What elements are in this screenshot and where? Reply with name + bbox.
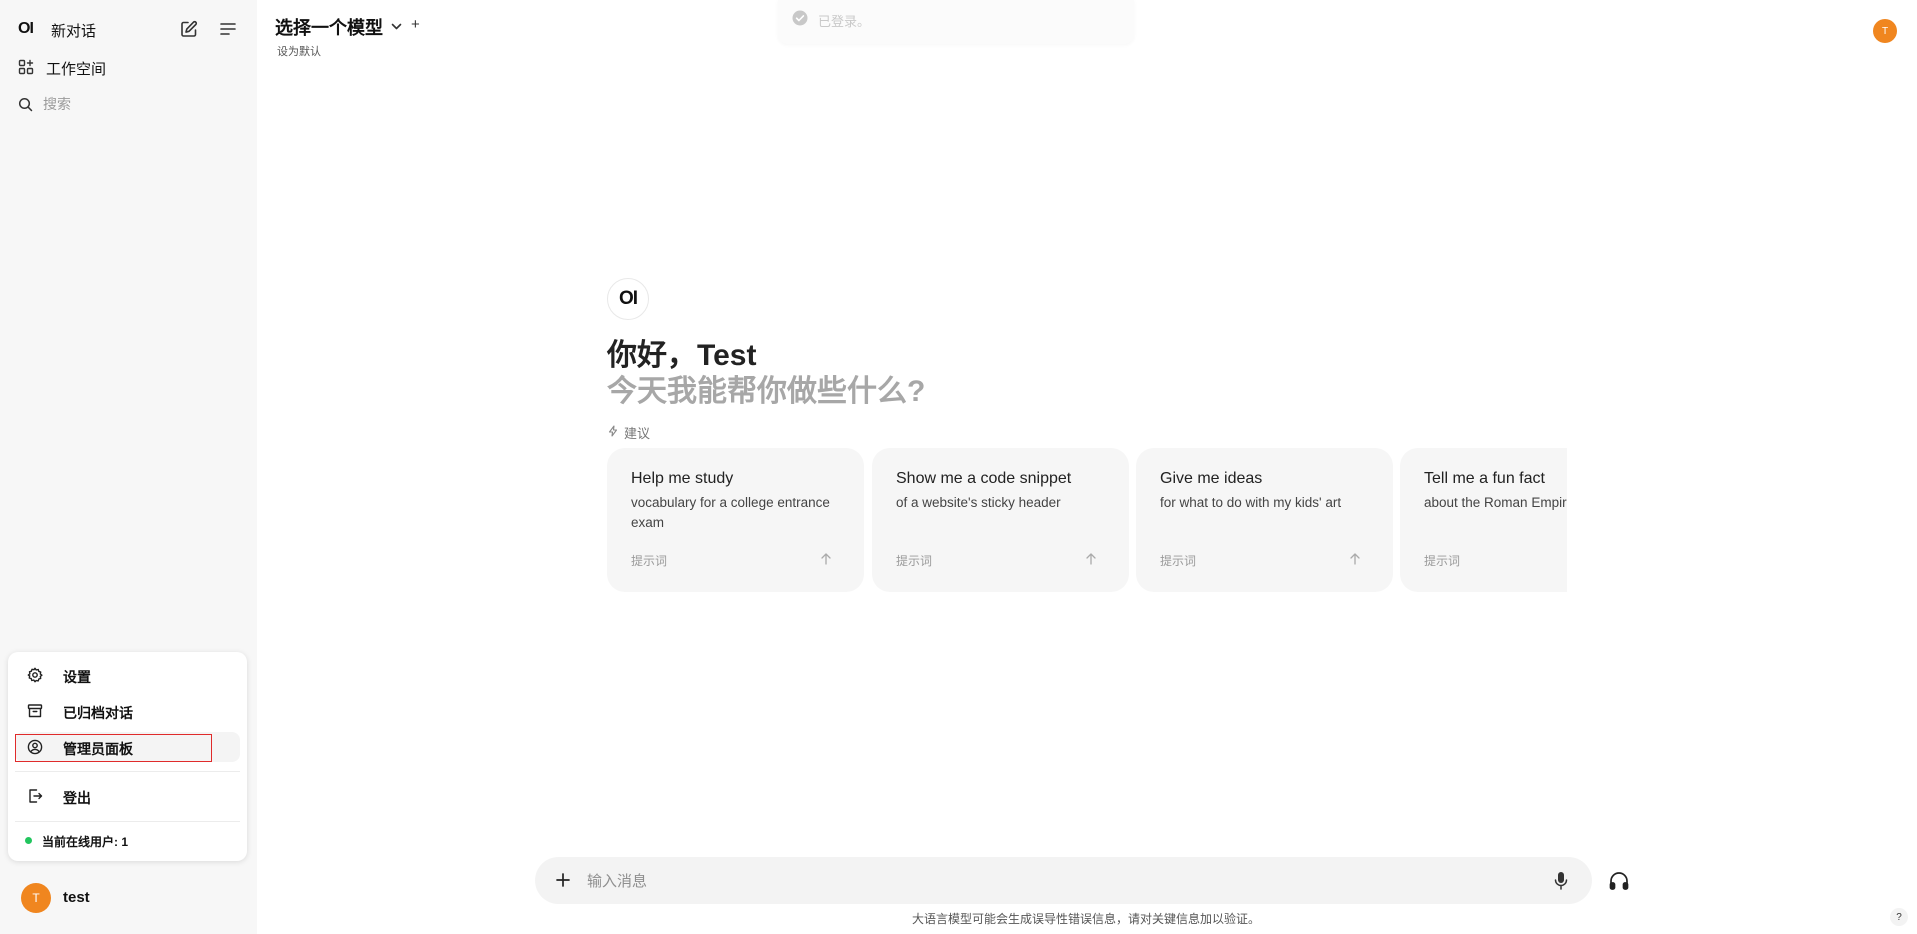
menu-item-admin-panel-label: 管理员面板 bbox=[63, 741, 133, 757]
headphones-icon[interactable] bbox=[1608, 871, 1630, 891]
search-input[interactable] bbox=[43, 94, 233, 114]
suggestion-tag: 提示词 bbox=[896, 554, 933, 568]
gear-icon bbox=[27, 667, 43, 683]
arrow-up-icon bbox=[1084, 552, 1098, 566]
sidebar-item-workspace[interactable]: 工作空间 bbox=[46, 58, 106, 79]
message-composer bbox=[535, 857, 1592, 904]
suggestion-card[interactable]: Show me a code snippet of a website's st… bbox=[872, 448, 1129, 592]
greeting-subtitle: 今天我能帮你做些什么? bbox=[607, 375, 926, 408]
disclaimer-text: 大语言模型可能会生成误导性错误信息，请对关键信息加以验证。 bbox=[912, 912, 1261, 926]
suggestion-subtitle: vocabulary for a college entrance exam bbox=[631, 495, 830, 530]
set-default-link[interactable]: 设为默认 bbox=[277, 43, 321, 59]
suggestion-card[interactable]: Tell me a fun fact about the Roman Empir… bbox=[1400, 448, 1567, 592]
suggestion-title: Give me ideas bbox=[1160, 470, 1263, 487]
login-toast: 已登录。 bbox=[778, 0, 1134, 44]
header-avatar[interactable]: T bbox=[1873, 19, 1897, 43]
suggestion-subtitle: for what to do with my kids' art bbox=[1160, 495, 1342, 510]
plus-icon[interactable] bbox=[553, 870, 573, 890]
menu-divider bbox=[15, 771, 240, 772]
help-button[interactable]: ? bbox=[1890, 908, 1908, 926]
menu-item-logout-label: 登出 bbox=[63, 790, 91, 806]
lightning-icon bbox=[608, 425, 618, 437]
menu-item-settings[interactable]: 设置 bbox=[15, 660, 240, 690]
suggestions-label: 建议 bbox=[624, 426, 651, 441]
menu-item-archived[interactable]: 已归档对话 bbox=[15, 696, 240, 726]
user-menu: 设置 已归档对话 管理员面板 登出 当前在线用户: 1 bbox=[8, 652, 247, 861]
arrow-up-icon bbox=[1348, 552, 1362, 566]
new-chat-button[interactable]: 新对话 bbox=[51, 20, 96, 41]
menu-item-logout[interactable]: 登出 bbox=[15, 781, 240, 811]
arrow-up-icon bbox=[819, 552, 833, 566]
toast-message: 已登录。 bbox=[818, 14, 871, 29]
archive-icon bbox=[27, 703, 43, 719]
menu-divider bbox=[15, 821, 240, 822]
suggestion-tag: 提示词 bbox=[631, 554, 668, 568]
online-users-count: 当前在线用户: 1 bbox=[42, 835, 129, 849]
suggestion-title: Help me study bbox=[631, 470, 734, 487]
online-status-dot bbox=[25, 837, 32, 844]
suggestion-cards: Help me study vocabulary for a college e… bbox=[607, 448, 1567, 592]
suggestion-tag: 提示词 bbox=[1160, 554, 1197, 568]
sidebar-toggle-icon[interactable] bbox=[219, 21, 237, 37]
model-selector[interactable]: 选择一个模型 bbox=[275, 14, 383, 40]
suggestion-subtitle: about the Roman Empire bbox=[1424, 495, 1567, 510]
app-logo[interactable]: OI bbox=[18, 20, 34, 38]
suggestion-subtitle: of a website's sticky header bbox=[896, 495, 1061, 510]
microphone-icon[interactable] bbox=[1553, 871, 1569, 891]
menu-item-settings-label: 设置 bbox=[63, 669, 91, 685]
suggestion-tag: 提示词 bbox=[1424, 554, 1461, 568]
model-logo: OI bbox=[607, 278, 649, 320]
workspace-icon bbox=[18, 59, 34, 75]
suggestion-card[interactable]: Give me ideas for what to do with my kid… bbox=[1136, 448, 1393, 592]
chevron-down-icon[interactable] bbox=[390, 20, 403, 33]
user-circle-icon bbox=[27, 739, 43, 755]
suggestion-title: Show me a code snippet bbox=[896, 470, 1072, 487]
check-circle-icon bbox=[792, 10, 808, 26]
user-name[interactable]: test bbox=[63, 889, 90, 906]
user-avatar[interactable]: T bbox=[21, 883, 51, 913]
suggestion-card[interactable]: Help me study vocabulary for a college e… bbox=[607, 448, 864, 592]
menu-item-admin-panel[interactable]: 管理员面板 bbox=[15, 732, 240, 762]
sidebar: OI 新对话 工作空间 搜索 设置 已归档对话 管理员面板 登出 当前在线用户:… bbox=[0, 0, 257, 934]
suggestion-title: Tell me a fun fact bbox=[1424, 470, 1545, 487]
new-chat-edit-icon[interactable] bbox=[180, 20, 198, 38]
menu-item-archived-label: 已归档对话 bbox=[63, 705, 133, 721]
message-input[interactable] bbox=[587, 869, 1487, 893]
add-model-button[interactable]: + bbox=[411, 16, 420, 33]
search-icon bbox=[18, 97, 33, 112]
logout-icon bbox=[27, 788, 43, 804]
